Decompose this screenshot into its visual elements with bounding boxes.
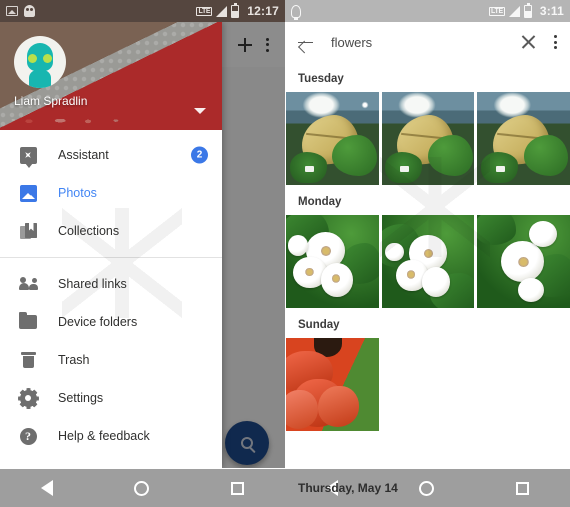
- home-circle-icon[interactable]: [134, 480, 150, 496]
- date-overlay-label: Thursday, May 14: [298, 481, 398, 495]
- lightbulb-icon: [291, 4, 301, 20]
- right-phone-screen: flowers Tuesday Monday Sunday Thursday, …: [285, 0, 570, 507]
- people-icon: [16, 277, 40, 291]
- screenshot-icon: [6, 6, 18, 16]
- photo-thumbnail[interactable]: [286, 215, 379, 308]
- status-badge: 2: [191, 146, 208, 164]
- photo-grid-tuesday: [285, 92, 570, 185]
- drawer-menu-list: Assistant 2 Photos Collections Shared li…: [0, 130, 222, 455]
- help-icon: ?: [16, 427, 40, 445]
- back-triangle-icon[interactable]: [40, 480, 53, 496]
- close-icon[interactable]: [521, 35, 536, 50]
- sidebar-item-collections[interactable]: Collections: [0, 212, 222, 250]
- drawer-header: Liam Spradlin: [0, 22, 222, 130]
- photo-grid-sunday: [285, 338, 570, 431]
- sidebar-item-label: Settings: [58, 391, 104, 405]
- clock: 3:11: [539, 4, 564, 18]
- drawer-divider: [0, 257, 222, 258]
- clock: 12:17: [247, 4, 279, 18]
- avatar-glasses: [28, 54, 52, 63]
- gear-icon: [16, 387, 40, 409]
- battery-icon: [523, 2, 532, 18]
- sidebar-item-label: Shared links: [58, 277, 127, 291]
- signal-icon: [508, 5, 520, 17]
- dual-phone-screenshot: Liam Spradlin Assistant 2 Photos Collect…: [0, 0, 570, 507]
- left-phone-screen: Liam Spradlin Assistant 2 Photos Collect…: [0, 0, 285, 507]
- sidebar-item-shared-links[interactable]: Shared links: [0, 265, 222, 303]
- sidebar-item-label: Photos: [58, 186, 97, 200]
- lte-label: LTE: [196, 6, 213, 16]
- sidebar-item-photos[interactable]: Photos: [0, 174, 222, 212]
- status-bar: LTE 3:11: [285, 0, 570, 22]
- ghost-icon: [24, 5, 35, 17]
- home-circle-icon[interactable]: [419, 480, 435, 496]
- sidebar-item-help-feedback[interactable]: ? Help & feedback: [0, 417, 222, 455]
- search-query-text[interactable]: flowers: [331, 35, 521, 50]
- signal-icon: [216, 5, 228, 17]
- assistant-icon: [16, 146, 40, 168]
- header-photo-detail: [8, 114, 182, 126]
- account-name: Liam Spradlin: [14, 94, 88, 108]
- chevron-down-icon[interactable]: [194, 108, 206, 114]
- photo-thumbnail[interactable]: [286, 92, 379, 185]
- sidebar-item-label: Trash: [58, 353, 90, 367]
- photo-thumbnail[interactable]: [381, 92, 475, 185]
- avatar[interactable]: [14, 36, 66, 88]
- battery-icon: [231, 2, 240, 18]
- sidebar-item-label: Assistant: [58, 148, 109, 162]
- status-bar: LTE 12:17: [0, 0, 285, 22]
- photo-thumbnail[interactable]: [477, 215, 570, 308]
- sidebar-item-label: Collections: [58, 224, 120, 238]
- folder-icon: [16, 312, 40, 329]
- sidebar-item-assistant[interactable]: Assistant 2: [0, 136, 222, 174]
- avatar-body: [29, 70, 51, 88]
- search-app-bar: flowers: [285, 22, 570, 62]
- sidebar-item-device-folders[interactable]: Device folders: [0, 303, 222, 341]
- recents-square-icon[interactable]: [231, 481, 245, 495]
- navigation-drawer: Liam Spradlin Assistant 2 Photos Collect…: [0, 22, 222, 468]
- sidebar-item-label: Help & feedback: [58, 429, 150, 443]
- section-header-monday: Monday: [298, 196, 342, 208]
- section-header-tuesday: Tuesday: [298, 73, 344, 85]
- photos-icon: [16, 184, 40, 202]
- recents-square-icon[interactable]: [516, 481, 530, 495]
- sidebar-item-label: Device folders: [58, 315, 138, 329]
- section-header-sunday: Sunday: [298, 319, 340, 331]
- collections-icon: [16, 223, 40, 239]
- sidebar-item-settings[interactable]: Settings: [0, 379, 222, 417]
- photo-thumbnail[interactable]: [477, 92, 570, 185]
- photo-thumbnail[interactable]: [381, 215, 475, 308]
- arrow-back-icon[interactable]: [298, 35, 313, 50]
- trash-icon: [16, 352, 40, 368]
- photo-grid-monday: [285, 215, 570, 308]
- lte-label: LTE: [489, 6, 505, 16]
- search-results-list[interactable]: Tuesday Monday Sunday: [285, 62, 570, 468]
- sidebar-item-trash[interactable]: Trash: [0, 341, 222, 379]
- more-vertical-icon[interactable]: [554, 35, 557, 49]
- system-nav-bar: [0, 468, 285, 507]
- photo-thumbnail[interactable]: [286, 338, 379, 431]
